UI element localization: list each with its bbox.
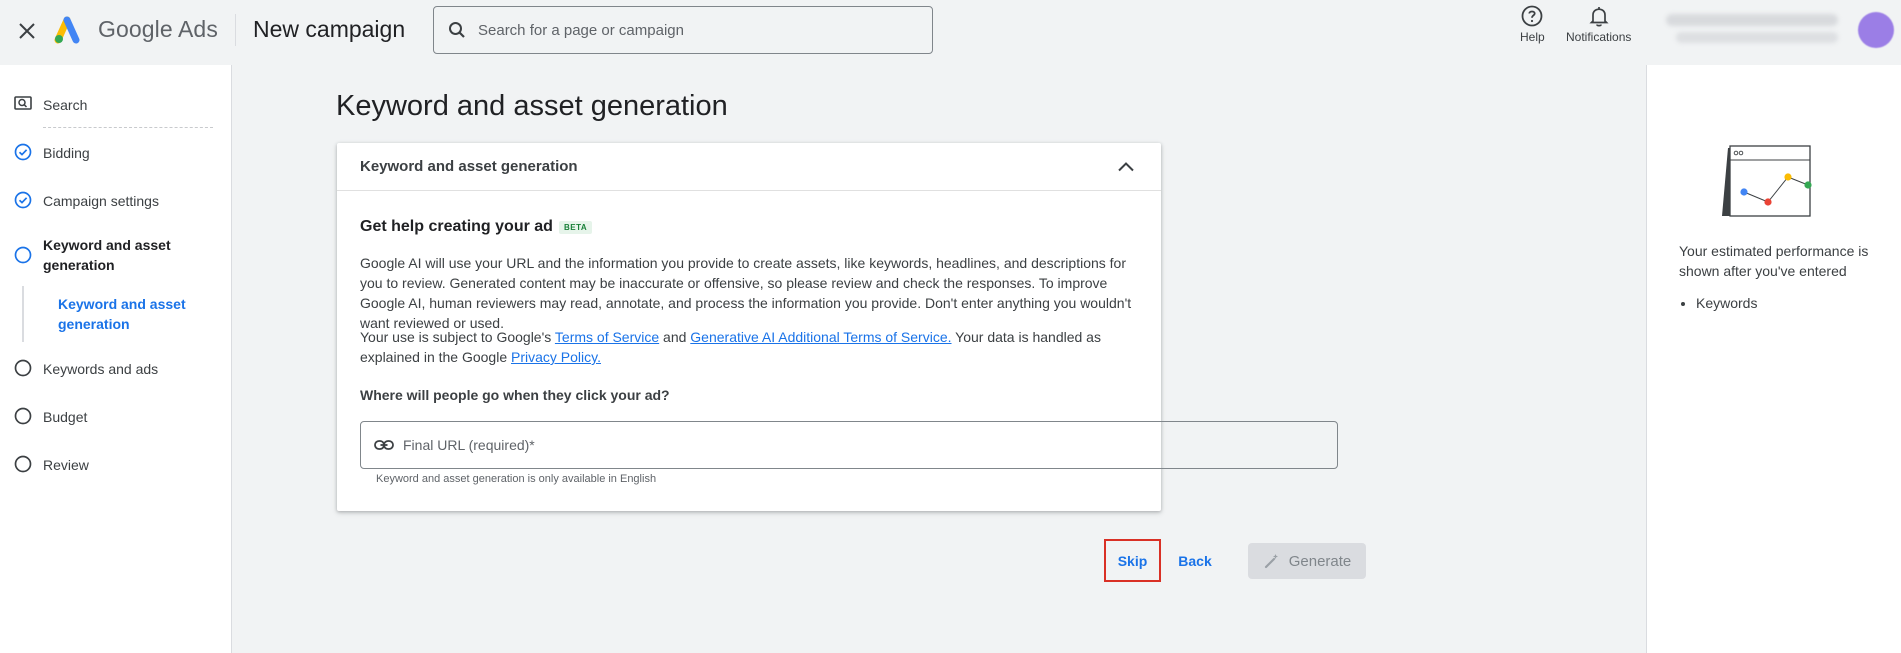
pending-circle-icon	[14, 407, 32, 425]
terms-of-service-link[interactable]: Terms of Service	[555, 329, 659, 345]
sidebar-item-search[interactable]: Search	[0, 93, 232, 117]
sidebar-item-label: Keywords and ads	[43, 361, 159, 377]
sidebar-item-keywords-ads[interactable]: Keywords and ads	[0, 357, 232, 381]
card-header-title: Keyword and asset generation	[360, 158, 578, 175]
sidebar-item-budget[interactable]: Budget	[0, 405, 232, 429]
help-icon	[1521, 5, 1543, 27]
terms-text: Your use is subject to Google's Terms of…	[360, 327, 1140, 367]
help-title: Get help creating your ad	[360, 218, 553, 235]
magic-wand-icon	[1264, 554, 1278, 569]
search-icon	[449, 22, 465, 38]
keyword-generation-card: Keyword and asset generation Get help cr…	[337, 143, 1338, 511]
performance-list-item: Keywords	[1696, 293, 1889, 313]
sidebar-item-label: Campaign settings	[43, 193, 159, 209]
genai-terms-link[interactable]: Generative AI Additional Terms of Servic…	[690, 329, 951, 345]
check-circle-icon	[14, 191, 32, 209]
pending-circle-icon	[14, 359, 32, 377]
notifications-label: Notifications	[1566, 30, 1632, 44]
search-step-icon	[14, 96, 32, 110]
close-button[interactable]	[12, 16, 42, 46]
sidebar-item-keyword-asset-generation[interactable]: Keyword and asset generation	[0, 235, 232, 275]
campaign-steps-nav: Search Bidding Campaign settings Keyword…	[0, 65, 232, 653]
performance-chart-illustration	[1722, 145, 1812, 217]
sidebar-item-label: Search	[43, 97, 88, 113]
final-url-field[interactable]	[360, 421, 1338, 469]
brand-name: Google Ads	[98, 16, 218, 42]
performance-panel: Your estimated performance is shown afte…	[1646, 65, 1901, 653]
terms-prefix: Your use is subject to Google's	[360, 329, 555, 345]
help-button[interactable]: Help	[1520, 4, 1545, 44]
page-search[interactable]	[433, 6, 933, 54]
current-step-circle-icon	[14, 246, 32, 264]
account-info[interactable]	[1666, 12, 1850, 48]
sidebar-item-label: Bidding	[43, 145, 90, 161]
notifications-button[interactable]: Notifications	[1566, 4, 1631, 44]
chevron-up-icon[interactable]	[1114, 155, 1138, 179]
performance-text: Your estimated performance is shown afte…	[1679, 243, 1869, 279]
back-button[interactable]: Back	[1169, 543, 1221, 579]
sidebar-item-label: Budget	[43, 409, 88, 425]
final-url-input[interactable]	[403, 437, 1143, 453]
sidebar-subitem-keyword-asset-generation[interactable]: Keyword and asset generation	[58, 294, 218, 334]
header-divider	[235, 14, 236, 46]
terms-and: and	[659, 329, 691, 345]
skip-button[interactable]: Skip	[1104, 539, 1161, 582]
nav-divider	[43, 127, 213, 128]
search-input[interactable]	[478, 21, 918, 39]
sidebar-item-label: Review	[43, 457, 89, 473]
card-header[interactable]: Keyword and asset generation	[337, 143, 1161, 191]
check-circle-icon	[14, 143, 32, 161]
bell-icon	[1589, 7, 1609, 27]
privacy-policy-link[interactable]: Privacy Policy.	[511, 349, 601, 365]
performance-list: Keywords	[1679, 293, 1889, 313]
sidebar-item-campaign-settings[interactable]: Campaign settings	[0, 189, 232, 213]
close-icon	[19, 23, 35, 39]
sidebar-item-review[interactable]: Review	[0, 453, 232, 477]
beta-badge: BETA	[559, 221, 593, 234]
campaign-title: New campaign	[253, 16, 406, 42]
google-ads-logo	[54, 16, 80, 44]
pending-circle-icon	[14, 455, 32, 473]
url-question: Where will people go when they click you…	[360, 387, 670, 403]
language-hint: Keyword and asset generation is only ava…	[376, 473, 657, 485]
generate-label: Generate	[1288, 552, 1352, 570]
substep-line	[22, 286, 24, 342]
avatar[interactable]	[1858, 12, 1894, 48]
help-label: Help	[1520, 30, 1545, 44]
sidebar-item-bidding[interactable]: Bidding	[0, 141, 232, 165]
page-title: Keyword and asset generation	[336, 90, 728, 122]
top-header: Google Ads New campaign Help Notificatio…	[0, 0, 1901, 65]
generate-button[interactable]: Generate	[1248, 543, 1366, 579]
disclaimer-text: Google AI will use your URL and the info…	[360, 255, 1132, 331]
link-icon	[374, 440, 394, 450]
sidebar-item-label: Keyword and asset generation	[43, 237, 171, 273]
